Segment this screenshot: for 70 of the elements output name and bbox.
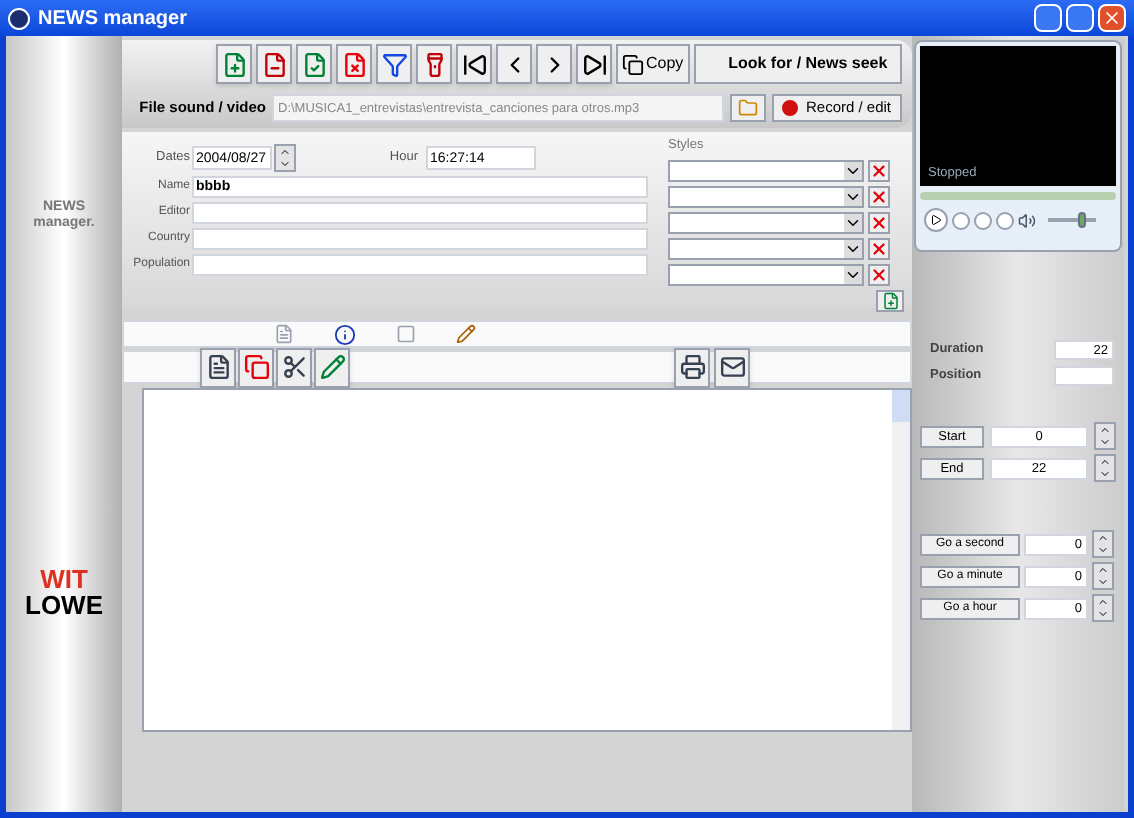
- toolbar-button[interactable]: [200, 347, 236, 387]
- window-title: NEWS manager: [38, 5, 187, 33]
- remove-style-button[interactable]: [868, 159, 890, 182]
- pencil-icon: [319, 354, 345, 380]
- style-dropdown[interactable]: [668, 185, 864, 208]
- scissors-icon: [281, 354, 307, 380]
- delete-record-icon: [341, 51, 367, 77]
- text-field[interactable]: [192, 202, 648, 224]
- step-spinner[interactable]: [1092, 530, 1114, 558]
- last-icon: [581, 51, 607, 77]
- time-spinner[interactable]: [1094, 454, 1116, 482]
- app-icon: [8, 7, 30, 29]
- dropdown-arrow-icon: [844, 187, 862, 206]
- box-tab-icon[interactable]: [396, 324, 416, 344]
- flashlight-icon: [421, 51, 447, 77]
- previous-button[interactable]: [974, 211, 992, 229]
- toolbar-button[interactable]: [576, 44, 612, 84]
- remove-style-button[interactable]: [868, 237, 890, 260]
- style-dropdown[interactable]: [668, 159, 864, 182]
- remove-style-button[interactable]: [868, 211, 890, 234]
- dropdown-arrow-icon: [844, 161, 862, 180]
- print-icon: [679, 354, 705, 380]
- time-spinner[interactable]: [1094, 422, 1116, 450]
- scrollbar[interactable]: [892, 390, 910, 730]
- style-dropdown[interactable]: [668, 237, 864, 260]
- toolbar-button[interactable]: [536, 44, 572, 84]
- check-record-icon: [301, 51, 327, 77]
- toolbar-button[interactable]: [714, 347, 750, 387]
- document-tab-icon[interactable]: [274, 324, 294, 344]
- text-field[interactable]: [192, 254, 648, 276]
- play-button[interactable]: [924, 208, 948, 232]
- volume-thumb[interactable]: [1077, 212, 1086, 228]
- play-icon: [930, 214, 942, 226]
- open-folder-button[interactable]: [730, 94, 766, 122]
- dropdown-arrow-icon: [844, 265, 862, 284]
- step-spinner[interactable]: [1092, 562, 1114, 590]
- text-field[interactable]: [192, 228, 648, 250]
- add-record-icon: [221, 51, 247, 77]
- close-button[interactable]: [1098, 4, 1126, 32]
- toolbar-button[interactable]: [456, 44, 492, 84]
- style-dropdown[interactable]: [668, 263, 864, 286]
- volume-icon[interactable]: [1018, 211, 1036, 229]
- copy-icon: [622, 53, 644, 75]
- style-dropdown[interactable]: [668, 211, 864, 234]
- position-field[interactable]: [1054, 366, 1114, 386]
- dropdown-arrow-icon: [844, 213, 862, 232]
- filter-icon: [381, 51, 407, 77]
- first-icon: [461, 51, 487, 77]
- new-document-icon: [205, 354, 231, 380]
- copy-button[interactable]: Copy: [616, 44, 690, 84]
- remove-style-button[interactable]: [868, 185, 890, 208]
- date-spinner[interactable]: [274, 144, 296, 172]
- add-style-button[interactable]: [876, 289, 904, 312]
- step-spinner[interactable]: [1092, 594, 1114, 622]
- search-button[interactable]: Look for / News seek: [693, 44, 902, 84]
- stop-button[interactable]: [952, 211, 970, 229]
- folder-icon: [738, 98, 758, 118]
- close-icon: [1102, 8, 1122, 28]
- dropdown-arrow-icon: [844, 239, 862, 258]
- maximize-button[interactable]: [1066, 4, 1094, 32]
- toolbar-button[interactable]: [376, 44, 412, 84]
- toolbar-button[interactable]: [674, 347, 710, 387]
- remove-record-icon: [261, 51, 287, 77]
- logo: WIT LOWE: [25, 566, 103, 618]
- minimize-button[interactable]: [1034, 4, 1062, 32]
- info-tab-icon[interactable]: [334, 323, 356, 345]
- remove-style-button[interactable]: [868, 263, 890, 286]
- toolbar-button[interactable]: [276, 347, 312, 387]
- toolbar-button[interactable]: [496, 44, 532, 84]
- mail-icon: [719, 354, 745, 380]
